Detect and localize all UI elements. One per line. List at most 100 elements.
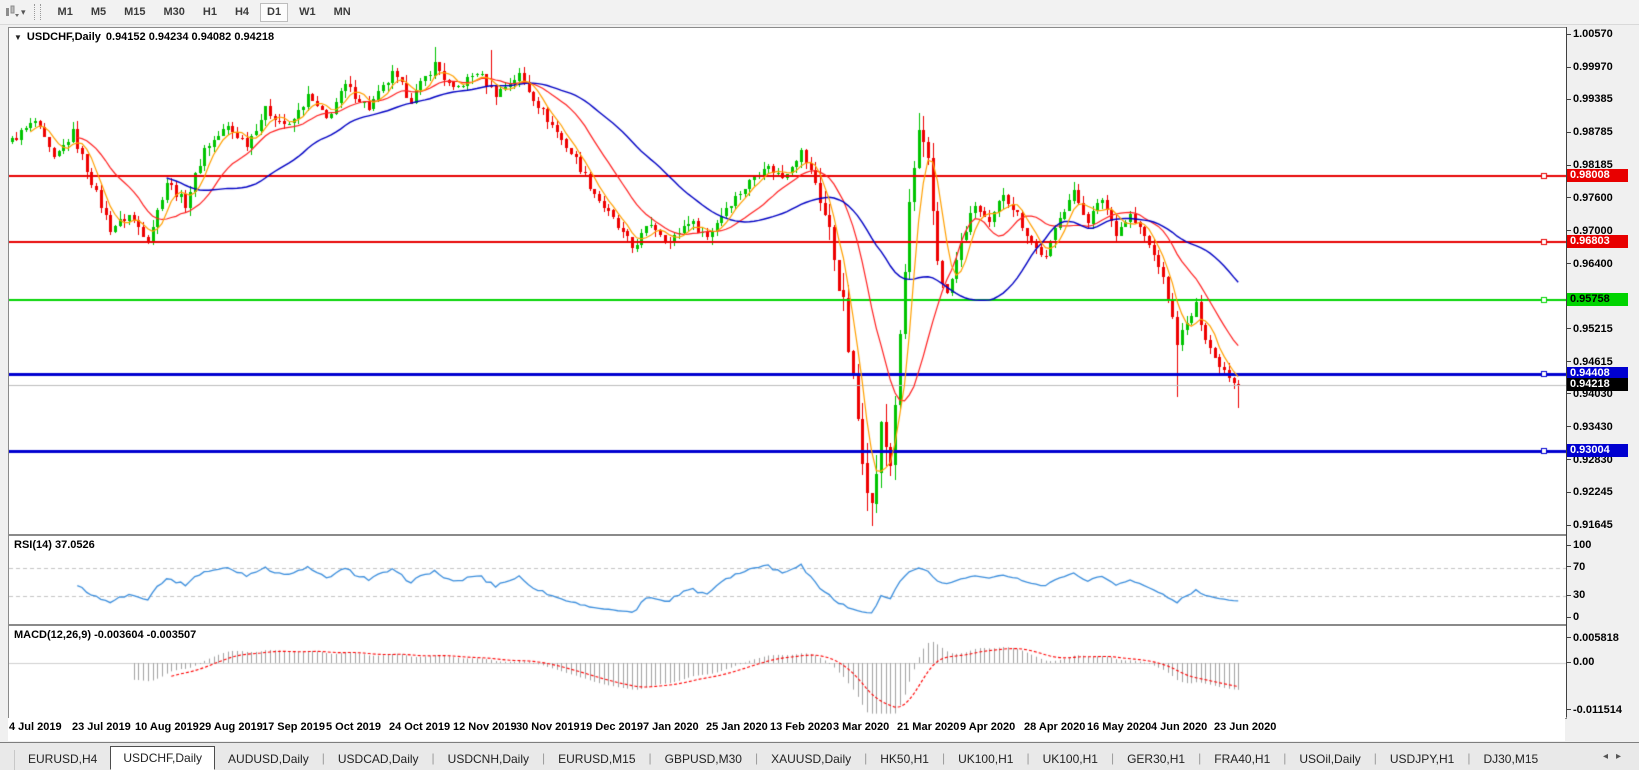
date-label: 12 Nov 2019 — [453, 721, 517, 733]
date-label: 4 Jul 2019 — [9, 721, 62, 733]
tick-mark — [1567, 98, 1571, 100]
chart-tab-usdjpy-h1[interactable]: USDJPY,H1 — [1377, 748, 1467, 770]
date-label: 3 Mar 2020 — [833, 721, 890, 733]
rsi-tick: 100 — [1567, 539, 1639, 551]
date-label: 30 Nov 2019 — [516, 721, 580, 733]
tab-scroll-right-icon[interactable]: ▸ — [1616, 751, 1629, 762]
timeframe-button-m1[interactable]: M1 — [51, 3, 80, 22]
price-level-badge: 0.96803 — [1567, 235, 1628, 249]
timeframe-button-d1[interactable]: D1 — [260, 2, 289, 22]
chart-tab-gbpusd-m30[interactable]: GBPUSD,M30 — [652, 748, 755, 770]
tick-mark — [1567, 709, 1571, 711]
tick-mark — [1567, 66, 1571, 68]
price-tick: 0.96400 — [1567, 258, 1639, 270]
tick-mark — [1567, 197, 1571, 199]
chevron-down-icon[interactable]: ▾ — [21, 7, 26, 18]
macd-tick: 0.00 — [1567, 656, 1639, 668]
chart-tab-eurusd-m15[interactable]: EURUSD,M15 — [545, 748, 648, 770]
tick-mark — [1567, 230, 1571, 232]
tick-mark — [1567, 637, 1571, 639]
rsi-label: RSI(14) 37.0526 — [14, 539, 95, 551]
price-axis-column[interactable]: 1.00570 0.99970 0.99385 0.98785 0.98185 0.976… — [1567, 0, 1639, 769]
tick-mark — [1567, 131, 1571, 133]
chart-tab-uk100-h1[interactable]: UK100,H1 — [945, 748, 1026, 770]
rsi-panel: RSI(14) 37.0526 — [8, 535, 1567, 625]
timeframe-button-m15[interactable]: M15 — [117, 3, 152, 22]
chart-ohlc-values: 0.94152 0.94234 0.94082 0.94218 — [105, 31, 275, 43]
timeframe-button-w1[interactable]: W1 — [292, 3, 323, 22]
main-chart-canvas[interactable] — [9, 28, 1566, 534]
timeframe-button-mn[interactable]: MN — [327, 3, 358, 22]
tick-mark — [1567, 459, 1571, 461]
chart-tab-uk100-h1[interactable]: UK100,H1 — [1030, 748, 1111, 770]
date-label: 16 May 2020 — [1087, 721, 1152, 733]
chart-tab-hk50-h1[interactable]: HK50,H1 — [867, 748, 942, 770]
chart-tab-usdcnh-daily[interactable]: USDCNH,Daily — [435, 748, 542, 770]
date-label: 7 Jan 2020 — [643, 721, 699, 733]
price-tick: 0.99970 — [1567, 61, 1639, 73]
tick-mark — [1567, 361, 1571, 363]
chart-title: ▼ USDCHF,Daily 0.94152 0.94234 0.94082 0… — [14, 31, 274, 43]
date-label: 28 Apr 2020 — [1024, 721, 1086, 733]
tick-mark — [1567, 164, 1571, 166]
chart-tab-audusd-daily[interactable]: AUDUSD,Daily — [215, 748, 322, 770]
main-chart-panel: ▼ USDCHF,Daily 0.94152 0.94234 0.94082 0… — [8, 27, 1567, 535]
tab-scroll-arrows: ◂▸ — [1603, 751, 1629, 762]
tick-mark — [1567, 263, 1571, 265]
timeframe-button-h1[interactable]: H1 — [196, 3, 224, 22]
date-label: 23 Jun 2020 — [1214, 721, 1277, 733]
price-tick: 0.98785 — [1567, 126, 1639, 138]
chart-tab-bar: EURUSD,H4 USDCHF,Daily AUDUSD,Daily | USDCAD… — [0, 742, 1639, 770]
date-label: 29 Aug 2019 — [199, 721, 263, 733]
price-tick: 0.91645 — [1567, 519, 1639, 531]
date-label: 25 Jan 2020 — [706, 721, 768, 733]
chart-tab-usdchf-daily[interactable]: USDCHF,Daily — [110, 746, 216, 770]
timeframe-button-m30[interactable]: M30 — [157, 3, 192, 22]
tick-mark — [1567, 566, 1571, 568]
price-level-badge: 0.94218 — [1567, 377, 1628, 391]
date-label: 9 Apr 2020 — [960, 721, 1016, 733]
rsi-canvas[interactable] — [9, 536, 1566, 624]
chart-tab-dj30-m15[interactable]: DJ30,M15 — [1470, 748, 1551, 770]
price-level-badge: 0.95758 — [1567, 292, 1628, 306]
macd-tick: 0.005818 — [1567, 632, 1639, 644]
tick-mark — [1567, 544, 1571, 546]
toolbar: ▾ M1 M5 M15 M30 H1 H4 D1 W1 MN — [0, 0, 1639, 25]
price-tick: 1.00570 — [1567, 28, 1639, 40]
macd-panel: MACD(12,26,9) -0.003604 -0.003507 — [8, 625, 1567, 719]
chart-tab-fra40-h1[interactable]: FRA40,H1 — [1201, 748, 1283, 770]
price-tick: 0.99385 — [1567, 93, 1639, 105]
price-tick: 0.97600 — [1567, 192, 1639, 204]
chart-symbol-label: USDCHF,Daily — [26, 31, 101, 43]
collapse-triangle-icon[interactable]: ▼ — [14, 33, 22, 42]
date-label: 24 Oct 2019 — [389, 721, 451, 733]
timeframe-button-m5[interactable]: M5 — [84, 3, 113, 22]
tab-scroll-left-icon[interactable]: ◂ — [1603, 751, 1616, 762]
tick-mark — [1567, 491, 1571, 493]
toolbar-grip[interactable] — [33, 4, 41, 20]
macd-canvas[interactable] — [9, 626, 1566, 718]
chart-tab-usoil-daily[interactable]: USOil,Daily — [1286, 748, 1373, 770]
chart-tab-ger30-h1[interactable]: GER30,H1 — [1114, 748, 1198, 770]
chart-tab-eurusd-h4[interactable]: EURUSD,H4 — [15, 748, 110, 770]
rsi-tick: 0 — [1567, 611, 1639, 623]
tick-mark — [1567, 426, 1571, 428]
chart-tab-usdcad-daily[interactable]: USDCAD,Daily — [325, 748, 432, 770]
timeframe-button-group: M1 M5 M15 M30 H1 H4 D1 W1 MN — [49, 2, 360, 22]
time-axis[interactable]: 4 Jul 2019 23 Jul 2019 10 Aug 2019 29 Aug 2… — [8, 718, 1565, 741]
date-label: 19 Dec 2019 — [580, 721, 643, 733]
price-tick: 0.93430 — [1567, 421, 1639, 433]
tick-mark — [1567, 328, 1571, 330]
chart-mode-icon[interactable] — [4, 5, 20, 19]
rsi-tick: 70 — [1567, 561, 1639, 573]
date-label: 4 Jun 2020 — [1151, 721, 1208, 733]
tick-mark — [1567, 524, 1571, 526]
chart-tab-xauusd-daily[interactable]: XAUUSD,Daily — [758, 748, 864, 770]
tick-mark — [1567, 594, 1571, 596]
timeframe-button-h4[interactable]: H4 — [228, 3, 256, 22]
price-tick: 0.94615 — [1567, 356, 1639, 368]
toolbar-left-group: ▾ — [0, 4, 49, 20]
tick-mark — [1567, 661, 1571, 663]
price-level-badge: 0.98008 — [1567, 169, 1628, 183]
tick-mark — [1567, 33, 1571, 35]
